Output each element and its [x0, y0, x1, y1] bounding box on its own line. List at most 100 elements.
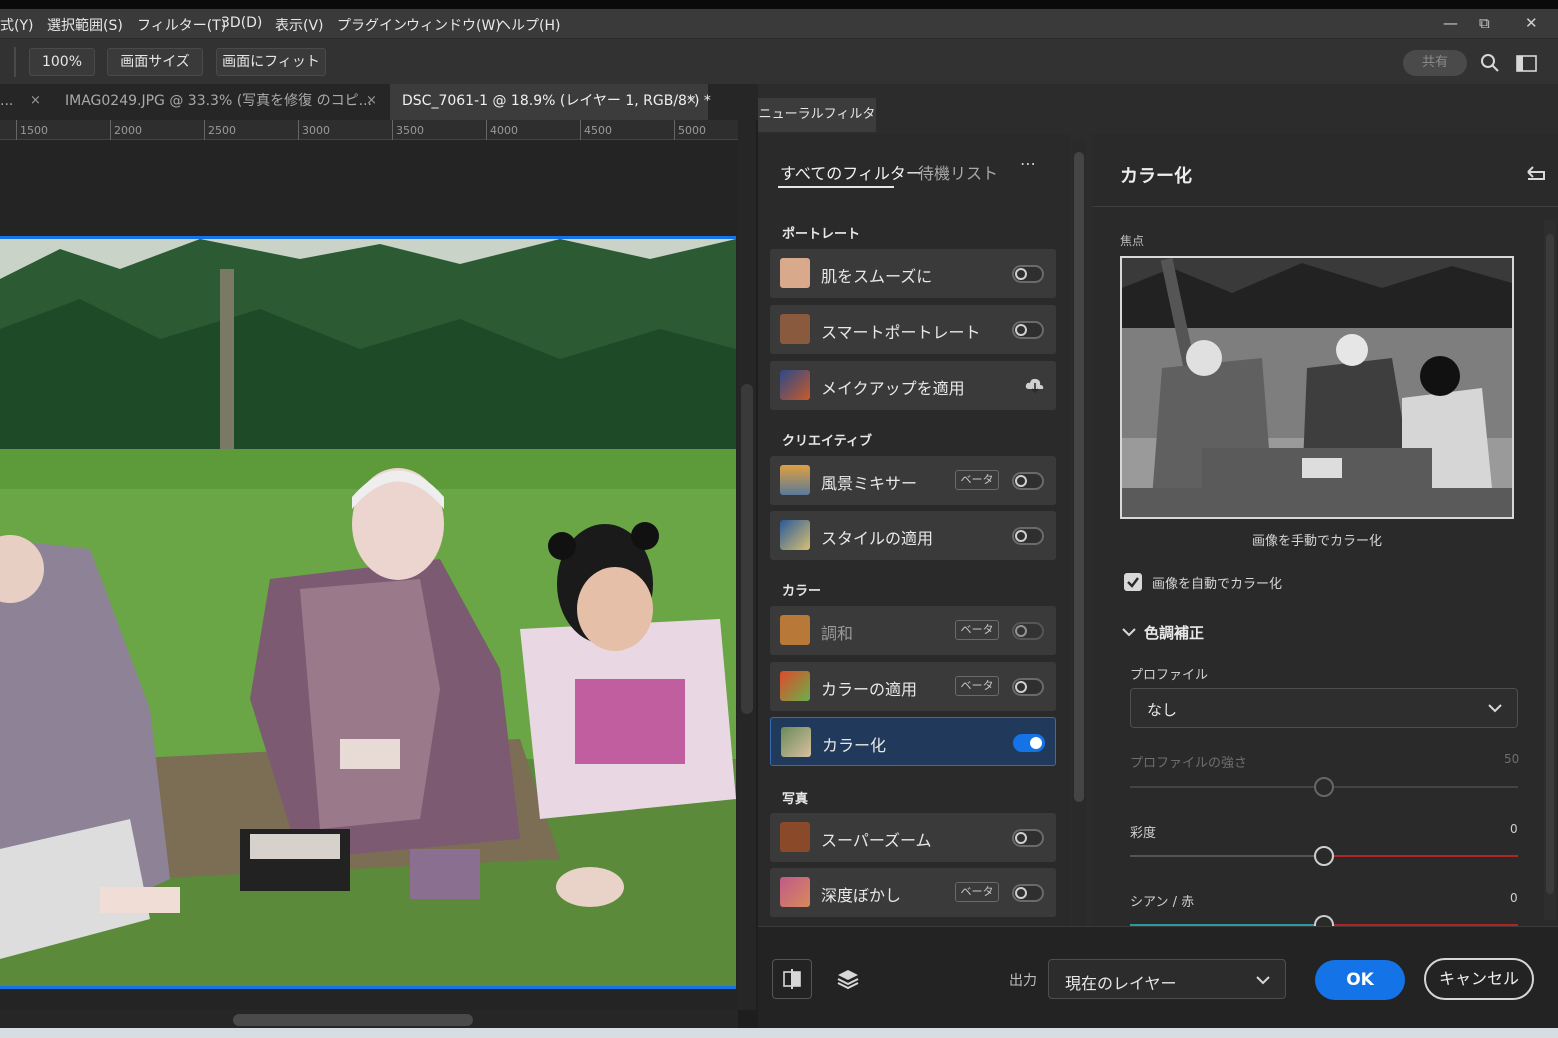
- chevron-down-icon[interactable]: [1122, 627, 1136, 637]
- fit-size-button[interactable]: 画面サイズ: [107, 48, 203, 76]
- filter-row-color-transfer[interactable]: カラーの適用 ベータ: [770, 662, 1056, 711]
- ok-button[interactable]: OK: [1315, 960, 1405, 1000]
- saturation-track-right[interactable]: [1324, 855, 1518, 857]
- filter-row-smart-portrait[interactable]: スマートポートレート: [770, 305, 1056, 354]
- filter-list-scroll-thumb[interactable]: [1074, 152, 1084, 802]
- workspace-icon[interactable]: [1516, 55, 1538, 73]
- category-creative: クリエイティブ: [782, 434, 872, 449]
- options-bar: 100% 画面サイズ 画面にフィット 共有: [0, 38, 1558, 84]
- document-tab-bar: ... × IMAG0249.JPG @ 33.3% (写真を修復 のコピ...…: [0, 84, 758, 120]
- toggle-knob: [1015, 681, 1027, 693]
- filter-toggle[interactable]: [1012, 472, 1044, 490]
- tab-document-2[interactable]: IMAG0249.JPG @ 33.3% (写真を修復 のコピ...: [50, 84, 388, 120]
- filter-label: カラー化: [822, 736, 887, 755]
- share-button[interactable]: 共有: [1403, 50, 1467, 76]
- tab-label: ...: [0, 93, 14, 109]
- ruler-tick: 4000: [486, 120, 518, 140]
- filter-label: スタイルの適用: [821, 529, 934, 548]
- focus-label: 焦点: [1120, 234, 1145, 248]
- auto-colorize-checkbox[interactable]: [1124, 573, 1142, 591]
- output-dropdown[interactable]: 現在のレイヤー: [1048, 959, 1286, 999]
- filter-row-skin-smoothing[interactable]: 肌をスムーズに: [770, 249, 1056, 298]
- filter-toggle[interactable]: [1012, 527, 1044, 545]
- tab-all-filters[interactable]: すべてのフィルター: [780, 160, 922, 184]
- search-icon[interactable]: [1480, 53, 1500, 73]
- menu-item-help[interactable]: ヘルプ(H): [497, 15, 560, 35]
- tab-close-icon[interactable]: ×: [30, 84, 41, 118]
- filter-row-colorize[interactable]: カラー化: [770, 717, 1056, 766]
- filter-thumbnail: [780, 822, 810, 852]
- fit-screen-button[interactable]: 画面にフィット: [216, 48, 326, 76]
- header-divider: [1092, 206, 1558, 207]
- zoom-100-button[interactable]: 100%: [29, 48, 95, 76]
- document-canvas[interactable]: [0, 140, 738, 1010]
- tab-waitlist[interactable]: 待機リスト: [918, 160, 998, 184]
- filter-thumbnail: [780, 465, 810, 495]
- auto-colorize-label: 画像を自動でカラー化: [1152, 577, 1283, 592]
- menu-item-filter[interactable]: フィルター(T): [137, 15, 226, 35]
- beta-badge: ベータ: [955, 470, 999, 490]
- filter-list-scrollbar[interactable]: [1072, 140, 1086, 926]
- reset-icon[interactable]: [1524, 162, 1548, 182]
- beta-badge: ベータ: [955, 882, 999, 902]
- horizontal-scroll-thumb[interactable]: [233, 1014, 473, 1026]
- menu-item-3d[interactable]: 3D(D): [221, 15, 262, 31]
- tab-document-3[interactable]: DSC_7061-1 @ 18.9% (レイヤー 1, RGB/8*) *: [390, 84, 711, 120]
- restore-icon[interactable]: ⧉: [1479, 14, 1490, 32]
- adjustment-section-title[interactable]: 色調補正: [1144, 622, 1204, 643]
- filter-row-super-zoom[interactable]: スーパーズーム: [770, 813, 1056, 862]
- menu-item-plugins[interactable]: プラグイン: [337, 15, 407, 35]
- profile-strength-label: プロファイルの強さ: [1130, 756, 1248, 771]
- cyan-red-label: シアン / 赤: [1130, 895, 1195, 910]
- filter-row-harmonization[interactable]: 調和 ベータ: [770, 606, 1056, 655]
- saturation-handle[interactable]: [1314, 846, 1334, 866]
- saturation-track-left[interactable]: [1130, 855, 1324, 857]
- focus-preview[interactable]: [1120, 256, 1514, 519]
- profile-strength-handle[interactable]: [1314, 777, 1334, 797]
- filter-toggle[interactable]: [1012, 678, 1044, 696]
- profile-dropdown[interactable]: なし: [1130, 688, 1518, 728]
- profile-strength-value: 50: [1504, 752, 1520, 766]
- canvas-vertical-scrollbar[interactable]: [738, 120, 756, 1010]
- saturation-label: 彩度: [1130, 826, 1157, 841]
- horizontal-ruler: 1500 2000 2500 3000 3500 4000 4500 5000: [0, 120, 738, 140]
- filter-label: スマートポートレート: [821, 323, 981, 342]
- minimize-icon[interactable]: —: [1443, 14, 1458, 32]
- output-label: 出力: [1009, 973, 1037, 989]
- neural-filters-panel: ニューラルフィルター すべてのフィルター 待機リスト ⋯ ポートレート 肌をスム…: [758, 84, 1558, 1028]
- cancel-button[interactable]: キャンセル: [1424, 958, 1534, 1000]
- cloud-download-icon[interactable]: [1025, 377, 1045, 393]
- filter-thumbnail: [780, 370, 810, 400]
- tab-close-icon[interactable]: ×: [366, 84, 377, 118]
- before-after-toggle[interactable]: [772, 959, 812, 999]
- detail-scrollbar[interactable]: [1544, 220, 1556, 920]
- filter-row-makeup-transfer[interactable]: メイクアップを適用: [770, 361, 1056, 410]
- filter-row-landscape-mixer[interactable]: 風景ミキサー ベータ: [770, 456, 1056, 505]
- neural-filters-tab[interactable]: ニューラルフィルター: [758, 98, 876, 156]
- cyan-red-handle[interactable]: [1314, 915, 1334, 926]
- menu-item-type[interactable]: 式(Y): [0, 15, 33, 35]
- filter-toggle[interactable]: [1012, 884, 1044, 902]
- tab-label: IMAG0249.JPG @ 33.3% (写真を修復 のコピ...: [65, 93, 372, 109]
- filter-toggle[interactable]: [1012, 622, 1044, 640]
- tab-close-icon[interactable]: ×: [686, 84, 697, 118]
- filter-row-style-transfer[interactable]: スタイルの適用: [770, 511, 1056, 560]
- filter-thumbnail: [780, 314, 810, 344]
- menu-item-select[interactable]: 選択範囲(S): [47, 15, 123, 35]
- colorized-photo: [0, 239, 736, 986]
- filter-row-depth-blur[interactable]: 深度ぼかし ベータ: [770, 868, 1056, 917]
- menu-item-window[interactable]: ウィンドウ(W): [406, 15, 501, 35]
- canvas-horizontal-scrollbar[interactable]: [0, 1010, 738, 1028]
- filter-toggle[interactable]: [1012, 321, 1044, 339]
- more-options-icon[interactable]: ⋯: [1020, 154, 1036, 173]
- ruler-tick: 4500: [580, 120, 612, 140]
- detail-scroll-thumb[interactable]: [1546, 234, 1554, 894]
- menu-item-view[interactable]: 表示(V): [275, 15, 324, 35]
- close-icon[interactable]: ✕: [1525, 14, 1538, 32]
- layers-icon[interactable]: [836, 967, 862, 993]
- filter-toggle[interactable]: [1013, 734, 1045, 752]
- vertical-scroll-thumb[interactable]: [741, 384, 753, 714]
- document-image[interactable]: [0, 236, 736, 989]
- filter-toggle[interactable]: [1012, 265, 1044, 283]
- filter-toggle[interactable]: [1012, 829, 1044, 847]
